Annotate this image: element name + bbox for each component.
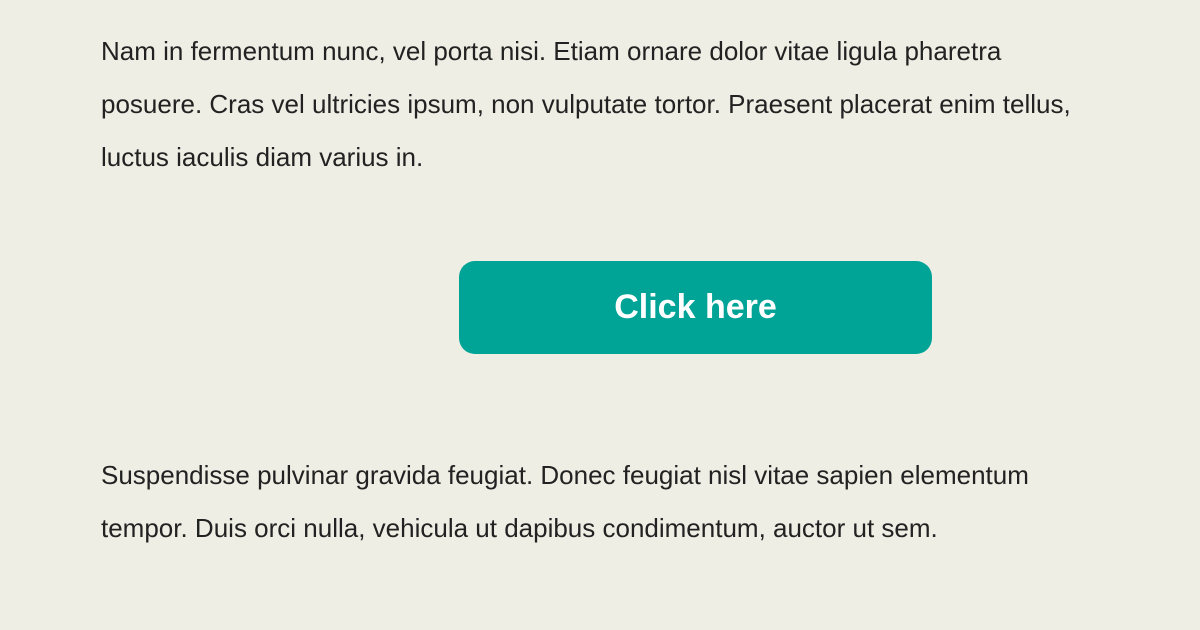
closing-paragraph: Suspendisse pulvinar gravida feugiat. Do… [101,460,1029,543]
click-here-button[interactable]: Click here [459,261,932,354]
intro-paragraph: Nam in fermentum nunc, vel porta nisi. E… [101,36,1071,172]
cta-container: Click here [459,261,932,354]
